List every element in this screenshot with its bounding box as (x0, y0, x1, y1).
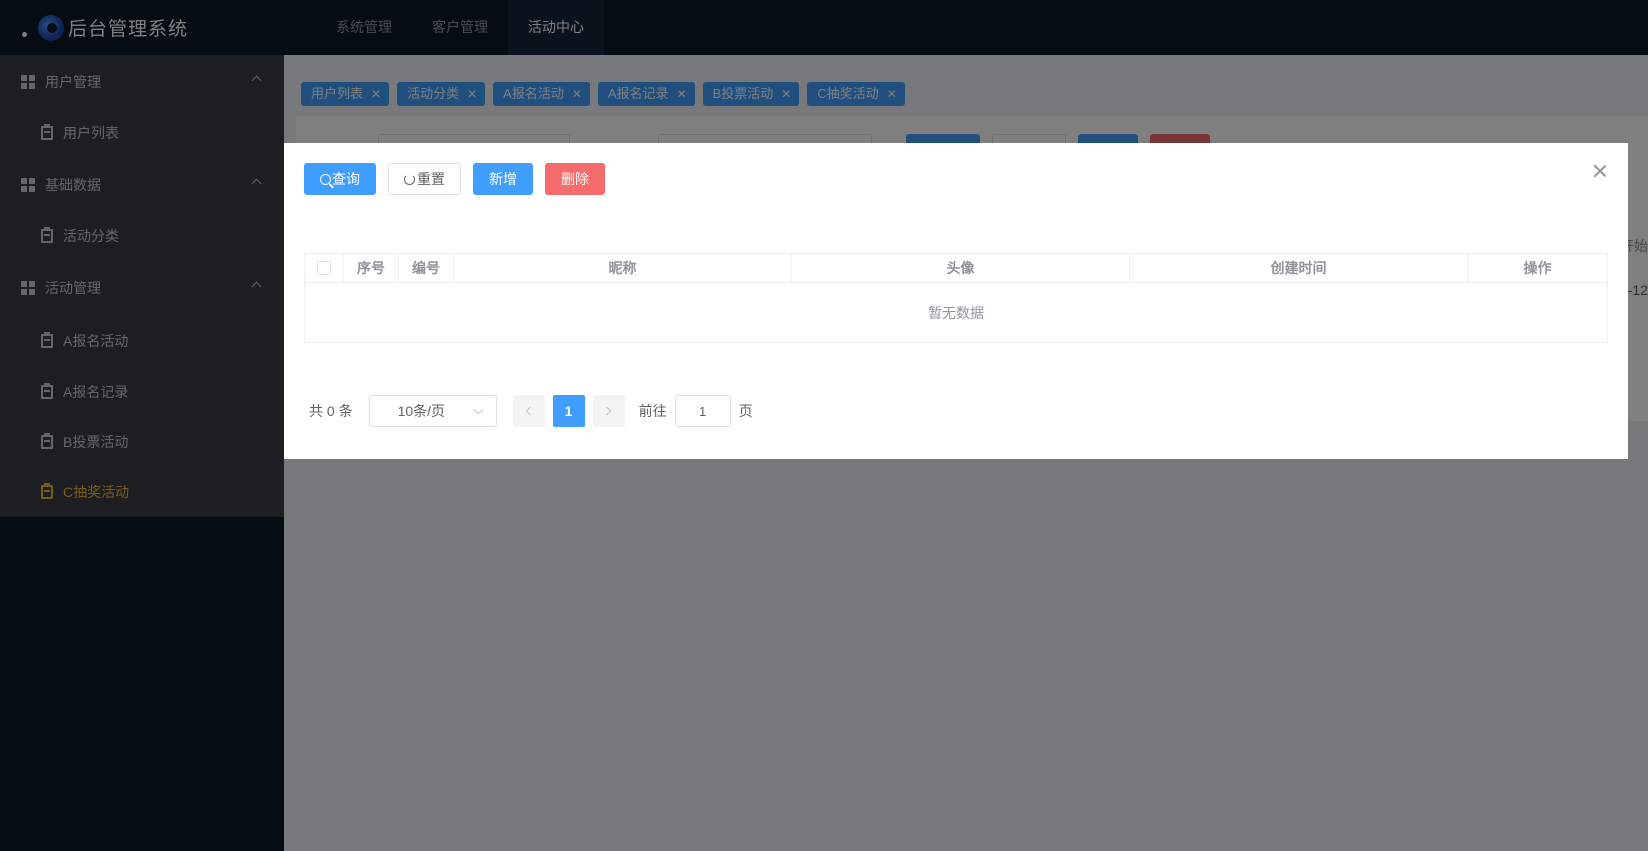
column-header-index[interactable]: 序号 (344, 254, 399, 282)
page-size-select[interactable]: 10条/页 (368, 395, 497, 427)
goto-label: 前往 (638, 403, 667, 419)
delete-button[interactable]: 删除 (545, 163, 605, 195)
column-header-nickname[interactable]: 昵称 (454, 254, 792, 282)
select-all-cell (305, 254, 344, 282)
chevron-left-icon (525, 406, 535, 416)
add-button[interactable]: 新增 (473, 163, 533, 195)
goto-page-input[interactable]: 1 (674, 395, 731, 427)
dialog-toolbar: 查询 重置 新增 删除 (304, 163, 605, 195)
pagination-total: 共 0 条 (309, 403, 353, 419)
prev-page-button[interactable] (512, 395, 545, 427)
column-header-actions[interactable]: 操作 (1468, 254, 1607, 282)
empty-text: 暂无数据 (928, 304, 984, 321)
column-header-avatar[interactable]: 头像 (792, 254, 1130, 282)
select-all-checkbox[interactable] (317, 261, 331, 275)
query-label: 查询 (332, 171, 360, 187)
pagination: 共 0 条 10条/页 1 前往 1 页 (309, 395, 753, 427)
reset-button[interactable]: 重置 (388, 163, 461, 195)
query-button[interactable]: 查询 (304, 163, 376, 195)
chevron-down-icon (473, 404, 484, 415)
search-icon (320, 173, 331, 185)
page-size-value: 10条/页 (397, 403, 446, 419)
table-header: 序号 编号 昵称 头像 创建时间 操作 (305, 254, 1607, 283)
page-suffix: 页 (738, 403, 753, 419)
refresh-icon (404, 173, 415, 185)
column-header-code[interactable]: 编号 (399, 254, 454, 282)
chevron-right-icon (602, 406, 612, 416)
close-icon[interactable] (1592, 163, 1608, 179)
dialog: 查询 重置 新增 删除 序号 编号 昵称 头像 创建时间 操作 暂无数据 共 0… (284, 143, 1628, 459)
next-page-button[interactable] (592, 395, 625, 427)
reset-label: 重置 (417, 171, 445, 187)
page-number-current[interactable]: 1 (552, 395, 585, 427)
column-header-created-time[interactable]: 创建时间 (1130, 254, 1468, 282)
data-table: 序号 编号 昵称 头像 创建时间 操作 暂无数据 (304, 253, 1608, 343)
